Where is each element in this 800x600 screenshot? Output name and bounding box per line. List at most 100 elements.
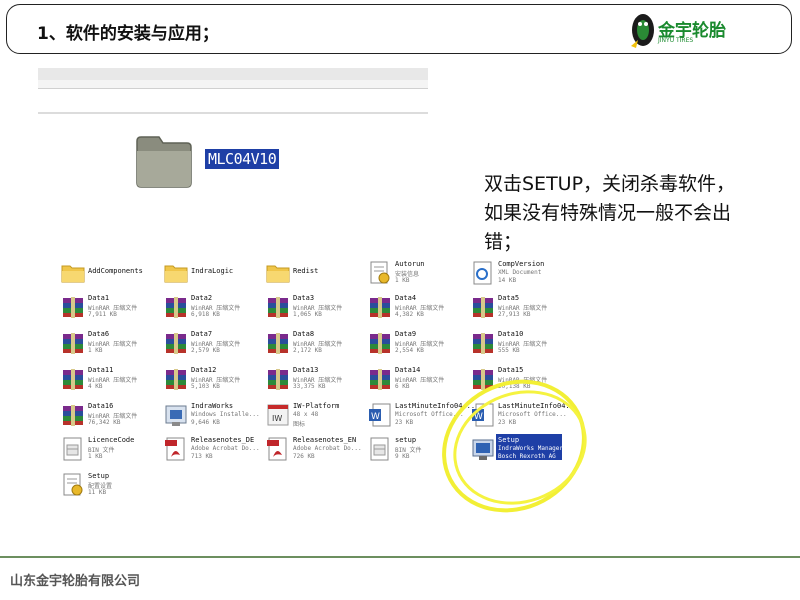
file-size: 27,913 KB <box>498 311 531 318</box>
file-item[interactable]: Data4 WinRAR 压缩文件 4,382 KB <box>367 294 467 328</box>
file-item[interactable]: Releasenotes_DE Adobe Acrobat Do... 713 KB <box>163 436 263 470</box>
file-size: 图标 <box>293 421 306 428</box>
file-name: Data7 <box>191 330 213 338</box>
file-name: CompVersion <box>498 260 545 268</box>
file-size: 726 KB <box>293 453 315 460</box>
file-item[interactable]: Redist <box>265 260 365 294</box>
file-name: Data16 <box>88 402 114 410</box>
winrar-icon <box>367 366 393 392</box>
file-size: 1 KB <box>88 453 103 460</box>
folder-icon <box>265 260 291 286</box>
file-item[interactable]: IndraLogic <box>163 260 263 294</box>
file-name: Data9 <box>395 330 417 338</box>
setup-info-icon <box>60 472 86 498</box>
folder-name[interactable]: MLC04V10 <box>205 149 280 169</box>
file-size: 4,382 KB <box>395 311 424 318</box>
file-item[interactable]: Data10 WinRAR 压缩文件 555 KB <box>470 330 570 364</box>
file-item[interactable]: Releasenotes_EN Adobe Acrobat Do... 726 KB <box>265 436 365 470</box>
pdf-icon <box>265 436 291 462</box>
file-item[interactable]: Data6 WinRAR 压缩文件 1 KB <box>60 330 160 364</box>
file-name: Data8 <box>293 330 315 338</box>
winrar-icon <box>60 294 86 320</box>
file-name: Data5 <box>498 294 520 302</box>
file-name: LicenceCode <box>88 436 135 444</box>
file-size: 5,103 KB <box>191 383 220 390</box>
file-name: IndraLogic <box>191 267 234 275</box>
file-item[interactable]: Data8 WinRAR 压缩文件 2,172 KB <box>265 330 365 364</box>
file-size: 4 KB <box>88 383 103 390</box>
winrar-icon <box>163 330 189 356</box>
svg-text:W: W <box>371 412 380 422</box>
file-name: Data10 <box>498 330 524 338</box>
file-name: Data14 <box>395 366 421 374</box>
folder-icon <box>163 260 189 286</box>
bin-file-icon <box>60 436 86 462</box>
winrar-icon <box>163 366 189 392</box>
file-type: XML Document <box>498 269 542 276</box>
file-item[interactable]: Data7 WinRAR 压缩文件 2,579 KB <box>163 330 263 364</box>
file-name: Data1 <box>88 294 110 302</box>
winrar-icon <box>265 294 291 320</box>
bin-file-icon <box>367 436 393 462</box>
file-item[interactable]: Data16 WinRAR 压缩文件 76,342 KB <box>60 402 160 436</box>
svg-text:IW: IW <box>272 414 282 423</box>
file-name: Redist <box>293 267 319 275</box>
file-item[interactable]: Data1 WinRAR 压缩文件 7,911 KB <box>60 294 160 328</box>
file-item[interactable]: AddComponents <box>60 260 160 294</box>
file-name: Data3 <box>293 294 315 302</box>
file-item[interactable]: Setup 配置设置 11 KB <box>60 472 160 506</box>
file-size: 6 KB <box>395 383 410 390</box>
file-name: Data15 <box>498 366 524 374</box>
file-item[interactable]: LicenceCode BIN 文件 1 KB <box>60 436 160 470</box>
instruction-note: 双击SETUP，关闭杀毒软件，如果没有特殊情况一般不会出错； <box>484 173 736 253</box>
file-name: IW-Platform <box>293 402 340 410</box>
file-size: 7,911 KB <box>88 311 117 318</box>
file-item[interactable]: Data2 WinRAR 压缩文件 6,918 KB <box>163 294 263 328</box>
file-name: IndraWorks <box>191 402 234 410</box>
file-item[interactable]: CompVersion XML Document 14 KB <box>470 260 570 294</box>
file-type: Adobe Acrobat Do... <box>293 445 362 452</box>
file-size: 1 KB <box>395 277 410 284</box>
file-item[interactable]: Data12 WinRAR 压缩文件 5,103 KB <box>163 366 263 400</box>
winrar-icon <box>367 294 393 320</box>
file-name: Data13 <box>293 366 319 374</box>
file-type: Adobe Acrobat Do... <box>191 445 260 452</box>
winrar-icon <box>470 330 496 356</box>
file-size: 14 KB <box>498 277 517 284</box>
file-size: 23 KB <box>395 419 414 426</box>
file-type: 48 x 48 <box>293 411 319 418</box>
file-name: Releasenotes_EN <box>293 436 357 444</box>
tire-mascot-icon <box>631 14 654 48</box>
winrar-icon <box>163 294 189 320</box>
winrar-icon <box>60 330 86 356</box>
winrar-icon <box>60 366 86 392</box>
file-item[interactable]: IndraWorks Windows Installe... 9,646 KB <box>163 402 263 436</box>
file-size: 2,554 KB <box>395 347 424 354</box>
file-item[interactable]: Autorun 安装信息 1 KB <box>367 260 467 294</box>
file-item[interactable]: Data5 WinRAR 压缩文件 27,913 KB <box>470 294 570 328</box>
file-name: Data6 <box>88 330 110 338</box>
file-name: Data12 <box>191 366 217 374</box>
file-size: 9,646 KB <box>191 419 220 426</box>
file-item[interactable]: Data13 WinRAR 压缩文件 33,375 KB <box>265 366 365 400</box>
file-item[interactable]: Data11 WinRAR 压缩文件 4 KB <box>60 366 160 400</box>
pdf-icon <box>163 436 189 462</box>
file-size: 76,342 KB <box>88 419 121 426</box>
file-item[interactable]: Data3 WinRAR 压缩文件 1,065 KB <box>265 294 365 328</box>
file-size: 1,065 KB <box>293 311 322 318</box>
logo-subtitle: JINYU TIRES <box>658 37 694 44</box>
folder-icon[interactable] <box>133 131 195 191</box>
file-name: Releasenotes_DE <box>191 436 255 444</box>
file-item[interactable]: Data9 WinRAR 压缩文件 2,554 KB <box>367 330 467 364</box>
winrar-icon <box>60 402 86 428</box>
file-size: 2,579 KB <box>191 347 220 354</box>
winrar-icon <box>367 330 393 356</box>
file-name: AddComponents <box>88 267 143 275</box>
file-name: Data2 <box>191 294 213 302</box>
file-item[interactable]: Data14 WinRAR 压缩文件 6 KB <box>367 366 467 400</box>
xml-doc-icon <box>470 260 496 286</box>
file-size: 6,918 KB <box>191 311 220 318</box>
company-logo: 金宇轮胎 JINYU TIRES <box>628 10 738 50</box>
file-name: Autorun <box>395 260 425 268</box>
file-item[interactable]: IW IW-Platform 48 x 48 图标 <box>265 402 365 436</box>
